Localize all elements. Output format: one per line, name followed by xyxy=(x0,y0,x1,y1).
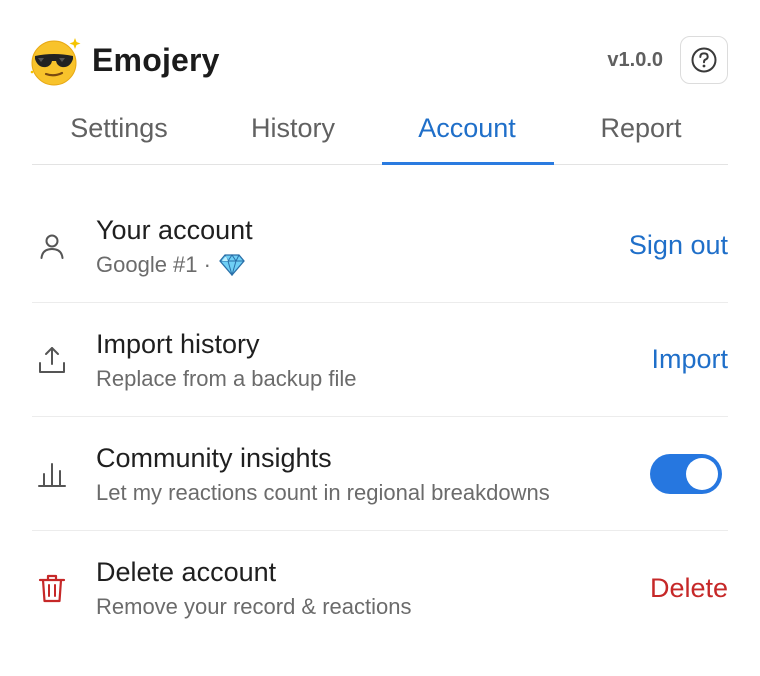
row-subtitle: Let my reactions count in regional break… xyxy=(96,479,550,505)
list-item-import-history: Import history Replace from a backup fil… xyxy=(32,303,728,417)
settings-list: Your account Google #1 · Sign out Import… xyxy=(32,189,728,645)
row-title: Import history xyxy=(96,328,260,359)
row-subtitle: Replace from a backup file xyxy=(96,365,357,391)
header: Emojery v1.0.0 xyxy=(30,26,728,94)
user-icon xyxy=(32,226,72,266)
account-provider-label: Google #1 · xyxy=(96,251,211,277)
row-subtitle: Google #1 · xyxy=(96,249,629,281)
row-title: Your account xyxy=(96,214,253,245)
row-text: Import history Replace from a backup fil… xyxy=(96,325,651,395)
list-item-your-account: Your account Google #1 · Sign out xyxy=(32,189,728,303)
app-title: Emojery xyxy=(92,41,220,78)
row-text: Community insights Let my reactions coun… xyxy=(96,439,650,509)
community-insights-toggle[interactable] xyxy=(650,453,722,494)
help-button[interactable] xyxy=(680,36,728,84)
trash-icon xyxy=(32,568,72,608)
question-circle-icon xyxy=(691,47,717,73)
toggle-knob xyxy=(686,457,718,490)
delete-button[interactable]: Delete xyxy=(650,573,728,604)
account-panel: Emojery v1.0.0 Settings History Account … xyxy=(30,26,728,645)
row-text: Your account Google #1 · xyxy=(96,211,629,281)
row-title: Community insights xyxy=(96,442,332,473)
row-subtitle: Remove your record & reactions xyxy=(96,594,412,619)
list-item-community-insights: Community insights Let my reactions coun… xyxy=(32,417,728,531)
list-item-delete-account: Delete account Remove your record & reac… xyxy=(32,531,728,645)
bar-chart-icon xyxy=(32,454,72,494)
row-text: Delete account Remove your record & reac… xyxy=(96,553,650,623)
gem-icon xyxy=(219,253,245,276)
sign-out-button[interactable]: Sign out xyxy=(629,230,728,261)
header-right: v1.0.0 xyxy=(607,36,728,84)
tab-settings[interactable]: Settings xyxy=(32,94,206,164)
upload-icon xyxy=(32,340,72,380)
sunglasses-emoji-icon xyxy=(30,38,81,86)
version-label: v1.0.0 xyxy=(607,48,663,71)
brand: Emojery xyxy=(30,32,220,88)
row-title: Delete account xyxy=(96,557,277,587)
tab-report[interactable]: Report xyxy=(554,94,728,164)
tab-history[interactable]: History xyxy=(206,94,380,164)
tab-bar: Settings History Account Report xyxy=(32,94,728,165)
tab-account[interactable]: Account xyxy=(380,94,554,165)
import-button[interactable]: Import xyxy=(651,344,728,375)
